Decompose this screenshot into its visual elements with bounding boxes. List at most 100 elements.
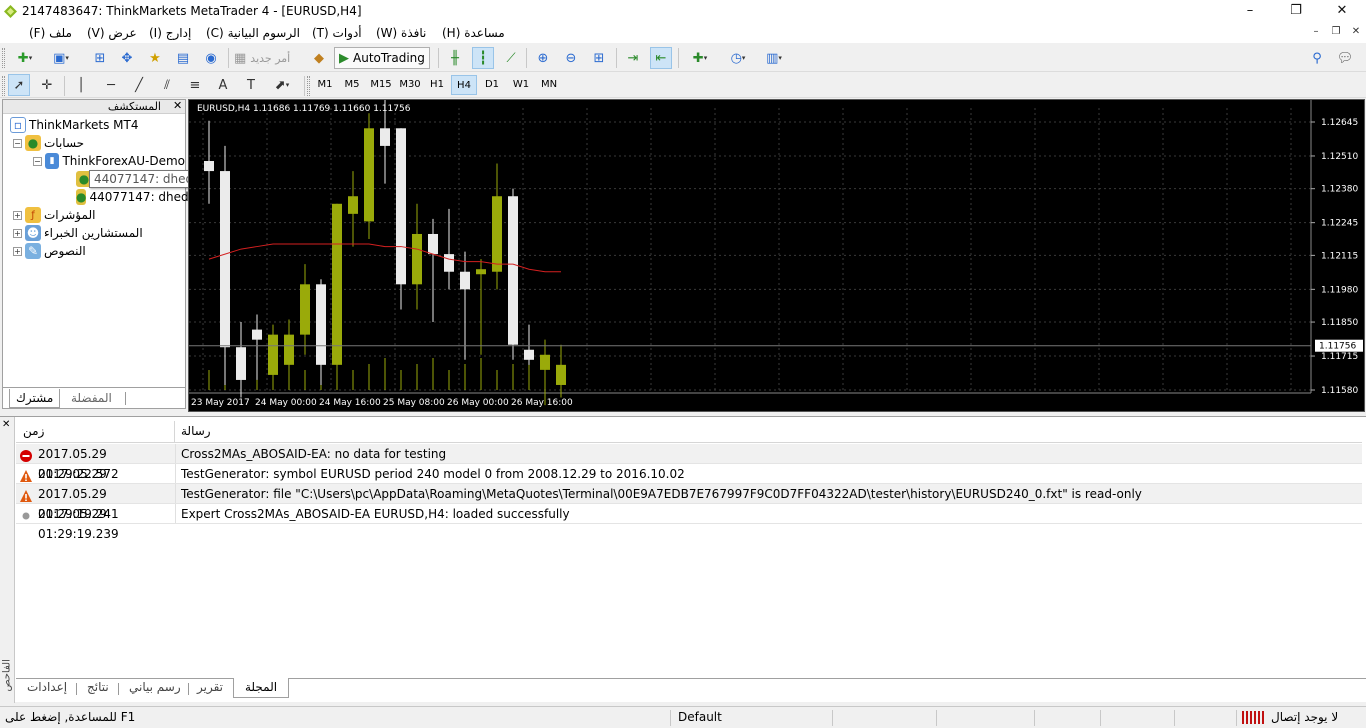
arrows-button[interactable]: ⬈ ▾ <box>266 74 298 96</box>
candle-body <box>236 347 246 380</box>
column-time-header[interactable]: زمن <box>16 421 175 442</box>
terminal-close-icon[interactable]: ✕ <box>2 419 10 430</box>
timeframe-m30[interactable]: M30 <box>396 75 424 95</box>
timeframe-h1[interactable]: H1 <box>425 75 449 95</box>
bar-chart-icon[interactable]: ╫ <box>444 47 466 69</box>
tree-scripts[interactable]: + ✎ النصوص <box>7 242 185 260</box>
text-icon[interactable]: A <box>212 74 234 96</box>
market-watch-icon[interactable]: ⊞ <box>89 47 111 69</box>
menu-tools[interactable]: (T) أدوات <box>312 26 362 40</box>
tab-journal[interactable]: المجلة <box>233 678 290 698</box>
maximize-button[interactable]: ❐ <box>1273 0 1319 23</box>
vertical-line-icon[interactable]: │ <box>70 74 92 96</box>
toolbar-grip[interactable] <box>2 48 5 68</box>
metaeditor-icon[interactable]: ◆ <box>308 47 330 69</box>
log-row[interactable]: 2017.05.29 01:29:19.239 Expert Cross2MAs… <box>16 504 1362 541</box>
menu-insert[interactable]: (I) إدارج <box>149 26 191 40</box>
terminal-icon[interactable]: ▤ <box>172 47 194 69</box>
mdi-restore-button[interactable]: ❐ <box>1328 26 1344 40</box>
zoom-out-icon[interactable]: ⊖ <box>560 47 582 69</box>
search-icon[interactable]: ⚲ <box>1306 47 1328 69</box>
tree-indicators[interactable]: + ƒ المؤشرات <box>7 206 185 224</box>
horizontal-line-icon[interactable]: ─ <box>100 74 122 96</box>
timeframe-w1[interactable]: W1 <box>508 75 534 95</box>
navigator-icon[interactable]: ★ <box>144 47 166 69</box>
templates-button[interactable]: ▥ ▾ <box>758 47 790 69</box>
timeframe-mn[interactable]: MN <box>536 75 562 95</box>
periods-button[interactable]: ◷ ▾ <box>722 47 754 69</box>
expand-icon[interactable]: + <box>13 228 22 238</box>
expert-advisors-icon: ☻ <box>25 225 41 241</box>
menu-file[interactable]: (F) ملف <box>29 26 72 40</box>
indicators-icon: ƒ <box>25 207 41 223</box>
navigator-panel: المستكشف ✕ ▫ ThinkMarkets MT4 − ● حسابات… <box>2 99 252 409</box>
price-chart[interactable]: 1.12645 1.12510 1.12380 1.12245 1.12115 1.119… <box>189 100 1364 411</box>
candle-body <box>524 349 534 360</box>
new-order-button[interactable]: ▦ أمر جديد <box>234 47 302 69</box>
close-button[interactable]: ✕ <box>1319 0 1365 23</box>
toolbar-grip[interactable] <box>2 76 5 96</box>
minimize-button[interactable]: – <box>1227 0 1273 23</box>
menu-charts[interactable]: (C) الرسوم البيانية <box>206 26 300 40</box>
tab-favorites[interactable]: المفضلة <box>65 389 118 408</box>
tab-results[interactable]: نتائج <box>80 678 116 698</box>
navigator-close-icon[interactable]: ✕ <box>173 99 182 112</box>
text-label-icon[interactable]: T <box>240 74 262 96</box>
column-time-label: زمن <box>23 424 45 438</box>
y-tick-label: 1.12645 <box>1321 118 1358 128</box>
log-row[interactable]: 2017.05.29 01:29:22.572 Cross2MAs_ABOSAI… <box>16 444 1362 481</box>
tile-windows-icon[interactable]: ⊞ <box>588 47 610 69</box>
strategy-tester-icon[interactable]: ◉ <box>200 47 222 69</box>
candle-body <box>364 128 374 222</box>
menu-view[interactable]: (V) عرض <box>87 26 137 40</box>
line-chart-icon[interactable]: ⟋ <box>500 47 522 69</box>
collapse-icon[interactable]: − <box>13 138 22 148</box>
cursor-icon[interactable]: ➚ <box>8 74 30 96</box>
tree-server[interactable]: − ▮ ThinkForexAU-Demo <box>7 152 185 170</box>
menu-help[interactable]: (H) مساعدة <box>442 26 505 40</box>
expand-icon[interactable]: + <box>13 246 22 256</box>
tab-report[interactable]: تقرير <box>190 678 230 698</box>
tree-root[interactable]: ▫ ThinkMarkets MT4 <box>7 116 185 134</box>
indicators-list-button[interactable]: ✚ ▾ <box>684 47 716 69</box>
tree-experts[interactable]: + ☻ المستشارين الخبراء <box>7 224 185 242</box>
chart-window[interactable]: 1.12645 1.12510 1.12380 1.12245 1.12115 1.119… <box>188 99 1365 412</box>
tree-accounts[interactable]: − ● حسابات <box>7 134 185 152</box>
tab-settings[interactable]: إعدادات <box>20 678 74 698</box>
toolbar-grip[interactable] <box>307 76 310 96</box>
timeframe-m1[interactable]: M1 <box>313 75 337 95</box>
tree-account-2[interactable]: ● 44077147: dhedh <box>7 188 196 206</box>
chat-icon[interactable]: 💬︎ <box>1334 47 1356 69</box>
collapse-icon[interactable]: − <box>33 156 42 166</box>
log-row[interactable]: 2017.05.29 01:29:19.241 TestGenerator: s… <box>16 464 1362 501</box>
expand-icon[interactable]: + <box>13 210 22 220</box>
trendline-icon[interactable]: ╱ <box>128 74 150 96</box>
mdi-minimize-button[interactable]: – <box>1308 26 1324 40</box>
auto-scroll-icon[interactable]: ⇥ <box>622 47 644 69</box>
tab-graph[interactable]: رسم بياني <box>122 678 188 698</box>
timeframe-m15[interactable]: M15 <box>367 75 395 95</box>
timeframe-h4[interactable]: H4 <box>451 75 477 95</box>
mdi-close-button[interactable]: ✕ <box>1348 26 1364 40</box>
crosshair-icon[interactable]: ✛ <box>36 74 58 96</box>
log-row[interactable]: 2017.05.29 01:29:19.241 TestGenerator: f… <box>16 484 1362 521</box>
column-message-header[interactable]: رسالة <box>176 421 1356 442</box>
tab-common[interactable]: مشترك <box>9 389 61 408</box>
autotrading-button[interactable]: ▶ AutoTrading <box>334 47 430 69</box>
equidistant-channel-icon[interactable]: ⫽ <box>156 74 178 96</box>
current-price-label: 1.11756 <box>1319 342 1356 352</box>
timeframe-d1[interactable]: D1 <box>480 75 504 95</box>
candlestick-chart-icon[interactable]: ┇ <box>472 47 494 69</box>
fibonacci-icon[interactable]: ≡ <box>184 74 206 96</box>
menu-window[interactable]: (W) نافذة <box>376 26 426 40</box>
profiles-button[interactable]: ▣ ▾ <box>45 47 77 69</box>
zoom-in-icon[interactable]: ⊕ <box>532 47 554 69</box>
y-tick-label: 1.11715 <box>1321 352 1358 362</box>
status-bar: للمساعدة, إضغط على F1 Default لا يوجد إت… <box>0 706 1366 728</box>
timeframe-m5[interactable]: M5 <box>340 75 364 95</box>
data-window-icon[interactable]: ✥ <box>116 47 138 69</box>
tree-server-label: ThinkForexAU-Demo <box>62 154 185 168</box>
new-chart-button[interactable]: ✚ ▾ <box>9 47 41 69</box>
chart-shift-icon[interactable]: ⇤ <box>650 47 672 69</box>
y-tick-label: 1.11980 <box>1321 285 1358 295</box>
